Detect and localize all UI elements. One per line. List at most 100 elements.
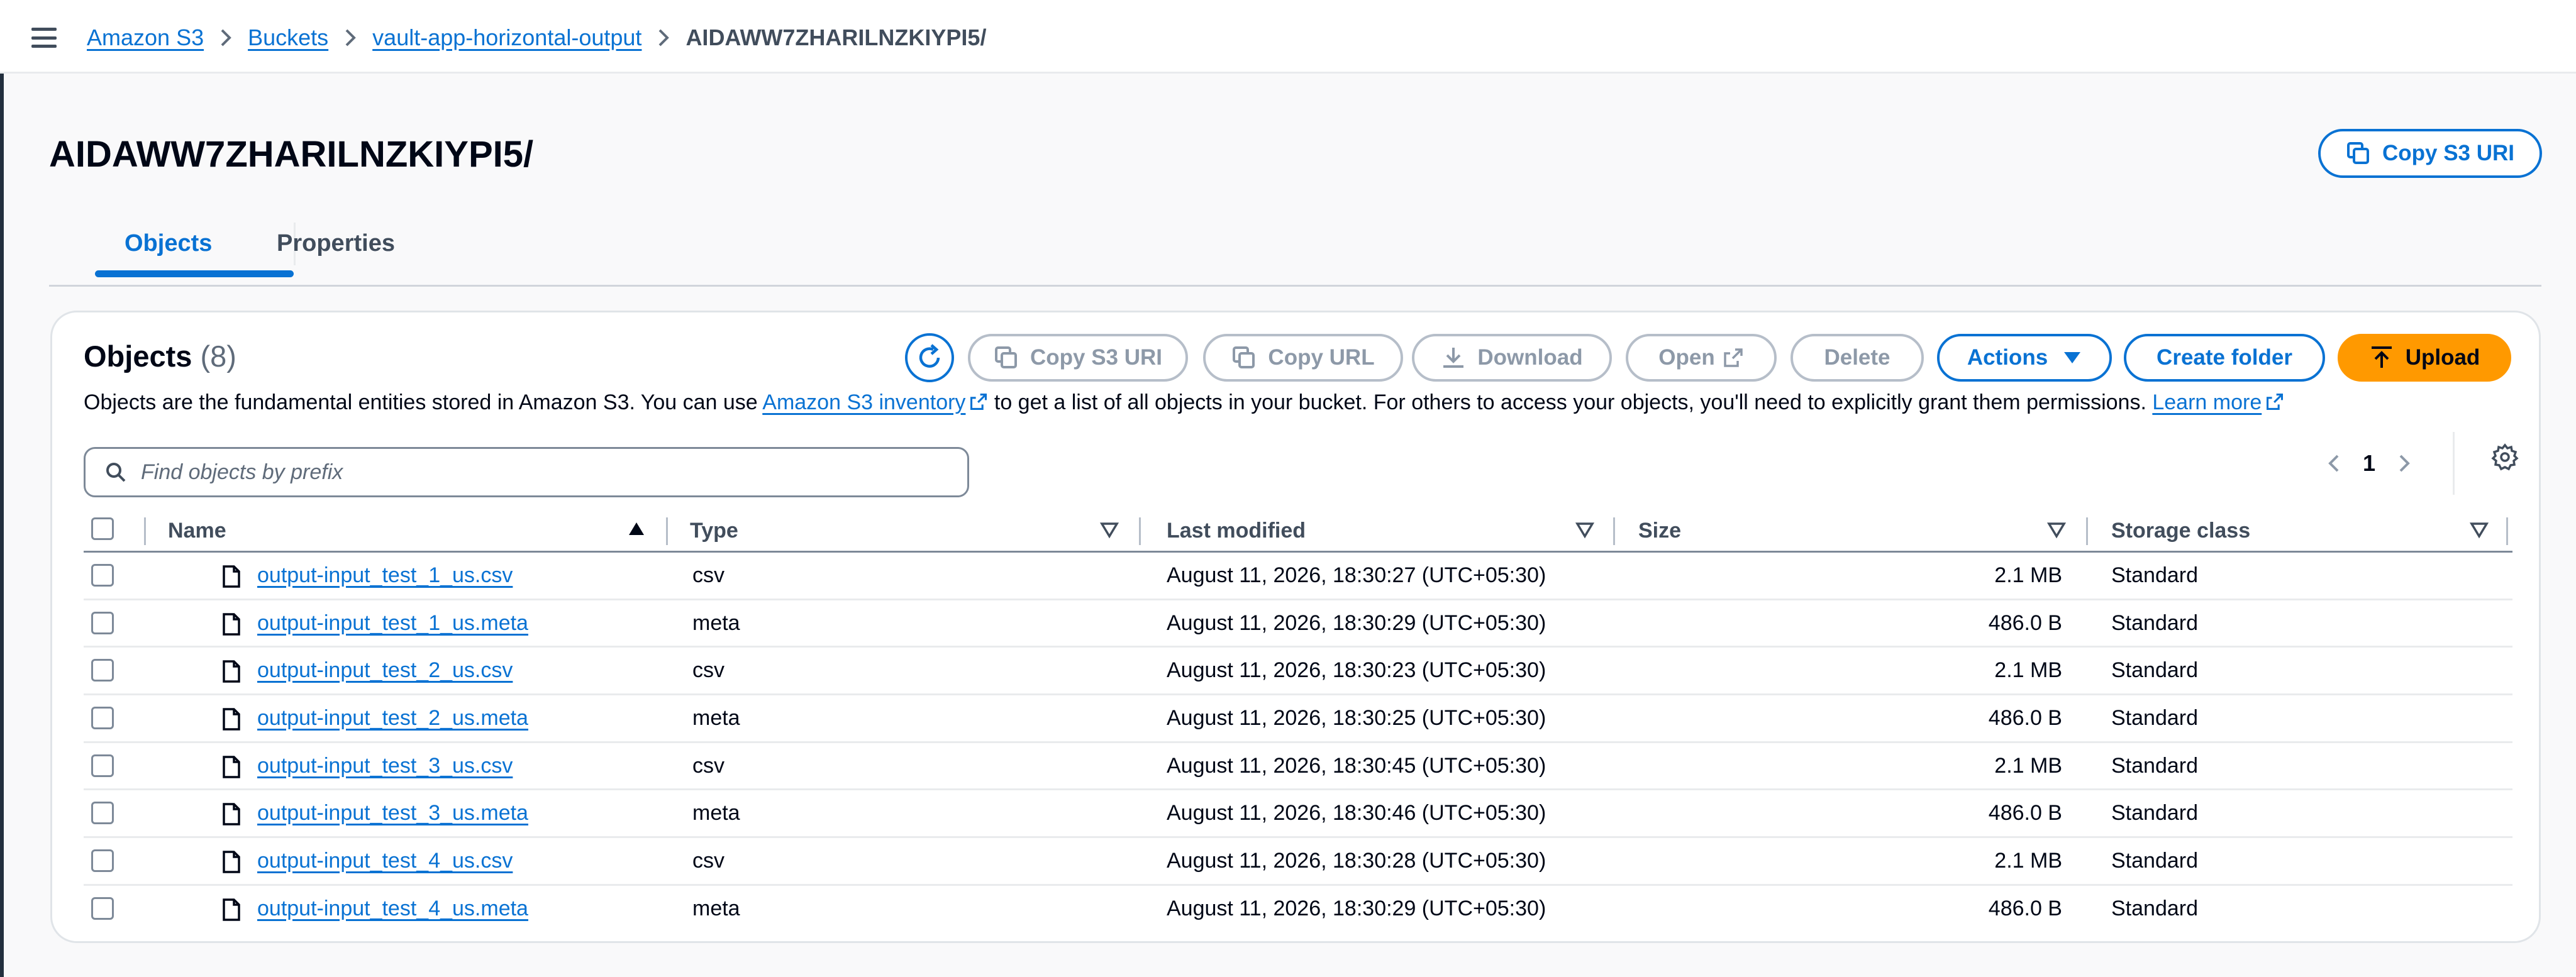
download-button[interactable]: Download — [1412, 334, 1612, 382]
breadcrumb-amazon-s3[interactable]: Amazon S3 — [87, 25, 204, 51]
table-row[interactable]: output-input_test_3_us.meta meta August … — [84, 790, 2512, 839]
download-label: Download — [1477, 345, 1583, 370]
row-checkbox[interactable] — [91, 659, 114, 682]
table-row[interactable]: output-input_test_1_us.meta meta August … — [84, 600, 2512, 648]
breadcrumb-bucket[interactable]: vault-app-horizontal-output — [372, 25, 641, 51]
object-last-modified: August 11, 2026, 18:30:29 (UTC+05:30) — [1167, 896, 1546, 920]
table-header: Name Type Last modified Size Storage cla… — [84, 509, 2512, 553]
file-icon — [223, 660, 240, 683]
column-header-last-modified[interactable]: Last modified — [1167, 509, 1306, 553]
object-size: 486.0 B — [1988, 801, 2062, 825]
delete-label: Delete — [1824, 345, 1890, 370]
pagination: 1 — [2316, 444, 2422, 482]
object-name-link[interactable]: output-input_test_2_us.meta — [257, 706, 528, 731]
copy-s3-uri-header-label: Copy S3 URI — [2382, 141, 2515, 165]
object-name-link[interactable]: output-input_test_3_us.meta — [257, 801, 528, 825]
table-row[interactable]: output-input_test_2_us.meta meta August … — [84, 695, 2512, 743]
object-size: 2.1 MB — [1994, 563, 2062, 587]
object-size: 486.0 B — [1988, 610, 2062, 635]
column-header-size[interactable]: Size — [1638, 509, 1681, 553]
delete-button[interactable]: Delete — [1790, 334, 1924, 382]
object-name-link[interactable]: output-input_test_1_us.meta — [257, 611, 528, 636]
table-body: output-input_test_1_us.csv csv August 11… — [84, 553, 2512, 934]
sort-icon[interactable] — [2470, 520, 2489, 539]
tab-properties[interactable]: Properties — [277, 230, 395, 257]
copy-s3-uri-button[interactable]: Copy S3 URI — [968, 334, 1188, 382]
search-input-wrapper[interactable] — [84, 447, 969, 497]
column-divider — [144, 517, 146, 545]
row-checkbox[interactable] — [91, 897, 114, 920]
column-divider — [2506, 517, 2508, 545]
sort-icon[interactable] — [1100, 520, 1119, 539]
file-icon — [223, 803, 240, 826]
gear-icon[interactable] — [2486, 438, 2524, 476]
object-name-link[interactable]: output-input_test_4_us.csv — [257, 849, 513, 873]
caret-down-icon — [2064, 352, 2081, 363]
external-link-icon — [2267, 393, 2284, 411]
chevron-left-icon[interactable] — [2316, 452, 2351, 475]
table-row[interactable]: output-input_test_1_us.csv csv August 11… — [84, 553, 2512, 600]
search-icon — [106, 463, 126, 482]
column-header-storage-class[interactable]: Storage class — [2111, 509, 2250, 553]
learn-more-link[interactable]: Learn more — [2152, 390, 2284, 414]
table-row[interactable]: output-input_test_2_us.csv csv August 11… — [84, 648, 2512, 696]
refresh-button[interactable] — [905, 333, 954, 382]
object-type: csv — [692, 753, 724, 778]
actions-label: Actions — [1967, 345, 2048, 370]
copy-icon — [1233, 346, 1255, 368]
copy-url-button[interactable]: Copy URL — [1203, 334, 1403, 382]
column-divider — [1139, 517, 1141, 545]
chevron-right-icon — [641, 26, 686, 49]
sort-icon[interactable] — [2047, 520, 2066, 539]
object-name-link[interactable]: output-input_test_3_us.csv — [257, 754, 513, 778]
object-storage-class: Standard — [2111, 896, 2198, 920]
column-divider — [666, 517, 668, 545]
table-row[interactable]: output-input_test_3_us.csv csv August 11… — [84, 743, 2512, 791]
copy-icon — [994, 346, 1017, 368]
table-row[interactable]: output-input_test_4_us.meta meta August … — [84, 886, 2512, 934]
chevron-right-icon — [204, 26, 248, 49]
create-folder-button[interactable]: Create folder — [2124, 334, 2325, 382]
external-link-icon — [1723, 348, 1743, 367]
copy-s3-uri-header-button[interactable]: Copy S3 URI — [2318, 129, 2542, 178]
column-header-name[interactable]: Name — [168, 509, 226, 553]
active-tab-indicator — [95, 270, 294, 277]
row-checkbox[interactable] — [91, 802, 114, 825]
object-name-link[interactable]: output-input_test_4_us.meta — [257, 897, 528, 921]
row-checkbox[interactable] — [91, 707, 114, 730]
inventory-link[interactable]: Amazon S3 inventory — [762, 390, 988, 414]
column-header-type[interactable]: Type — [690, 509, 738, 553]
breadcrumb-current: AIDAWW7ZHARILNZKIYPI5/ — [686, 25, 987, 50]
table-row[interactable]: output-input_test_4_us.csv csv August 11… — [84, 838, 2512, 886]
search-input[interactable] — [141, 460, 927, 485]
actions-dropdown[interactable]: Actions — [1937, 334, 2112, 382]
row-checkbox[interactable] — [91, 611, 114, 634]
file-icon — [223, 898, 240, 921]
objects-heading-label: Objects — [84, 339, 192, 373]
menu-icon[interactable] — [31, 28, 57, 48]
sort-ascending-icon[interactable] — [627, 520, 646, 539]
breadcrumb-buckets[interactable]: Buckets — [248, 25, 328, 51]
object-name-link[interactable]: output-input_test_2_us.csv — [257, 658, 513, 683]
select-all-checkbox[interactable] — [91, 517, 114, 540]
column-divider — [2086, 517, 2088, 545]
object-type: csv — [692, 849, 724, 873]
current-page[interactable]: 1 — [2351, 450, 2387, 477]
row-checkbox[interactable] — [91, 754, 114, 777]
tab-objects[interactable]: Objects — [125, 230, 212, 257]
sort-icon[interactable] — [1575, 520, 1594, 539]
chevron-right-icon[interactable] — [2387, 452, 2422, 475]
object-last-modified: August 11, 2026, 18:30:29 (UTC+05:30) — [1167, 610, 1546, 635]
row-checkbox[interactable] — [91, 849, 114, 873]
pager-divider — [2453, 432, 2455, 495]
upload-button[interactable]: Upload — [2338, 334, 2511, 382]
inventory-link-label: Amazon S3 inventory — [762, 390, 966, 414]
object-type: meta — [692, 610, 740, 635]
external-link-icon — [970, 393, 987, 411]
object-type: csv — [692, 563, 724, 587]
object-name-link[interactable]: output-input_test_1_us.csv — [257, 563, 513, 588]
objects-count: (8) — [200, 339, 236, 373]
open-button[interactable]: Open — [1626, 334, 1777, 382]
window-edge — [0, 0, 4, 977]
row-checkbox[interactable] — [91, 564, 114, 587]
